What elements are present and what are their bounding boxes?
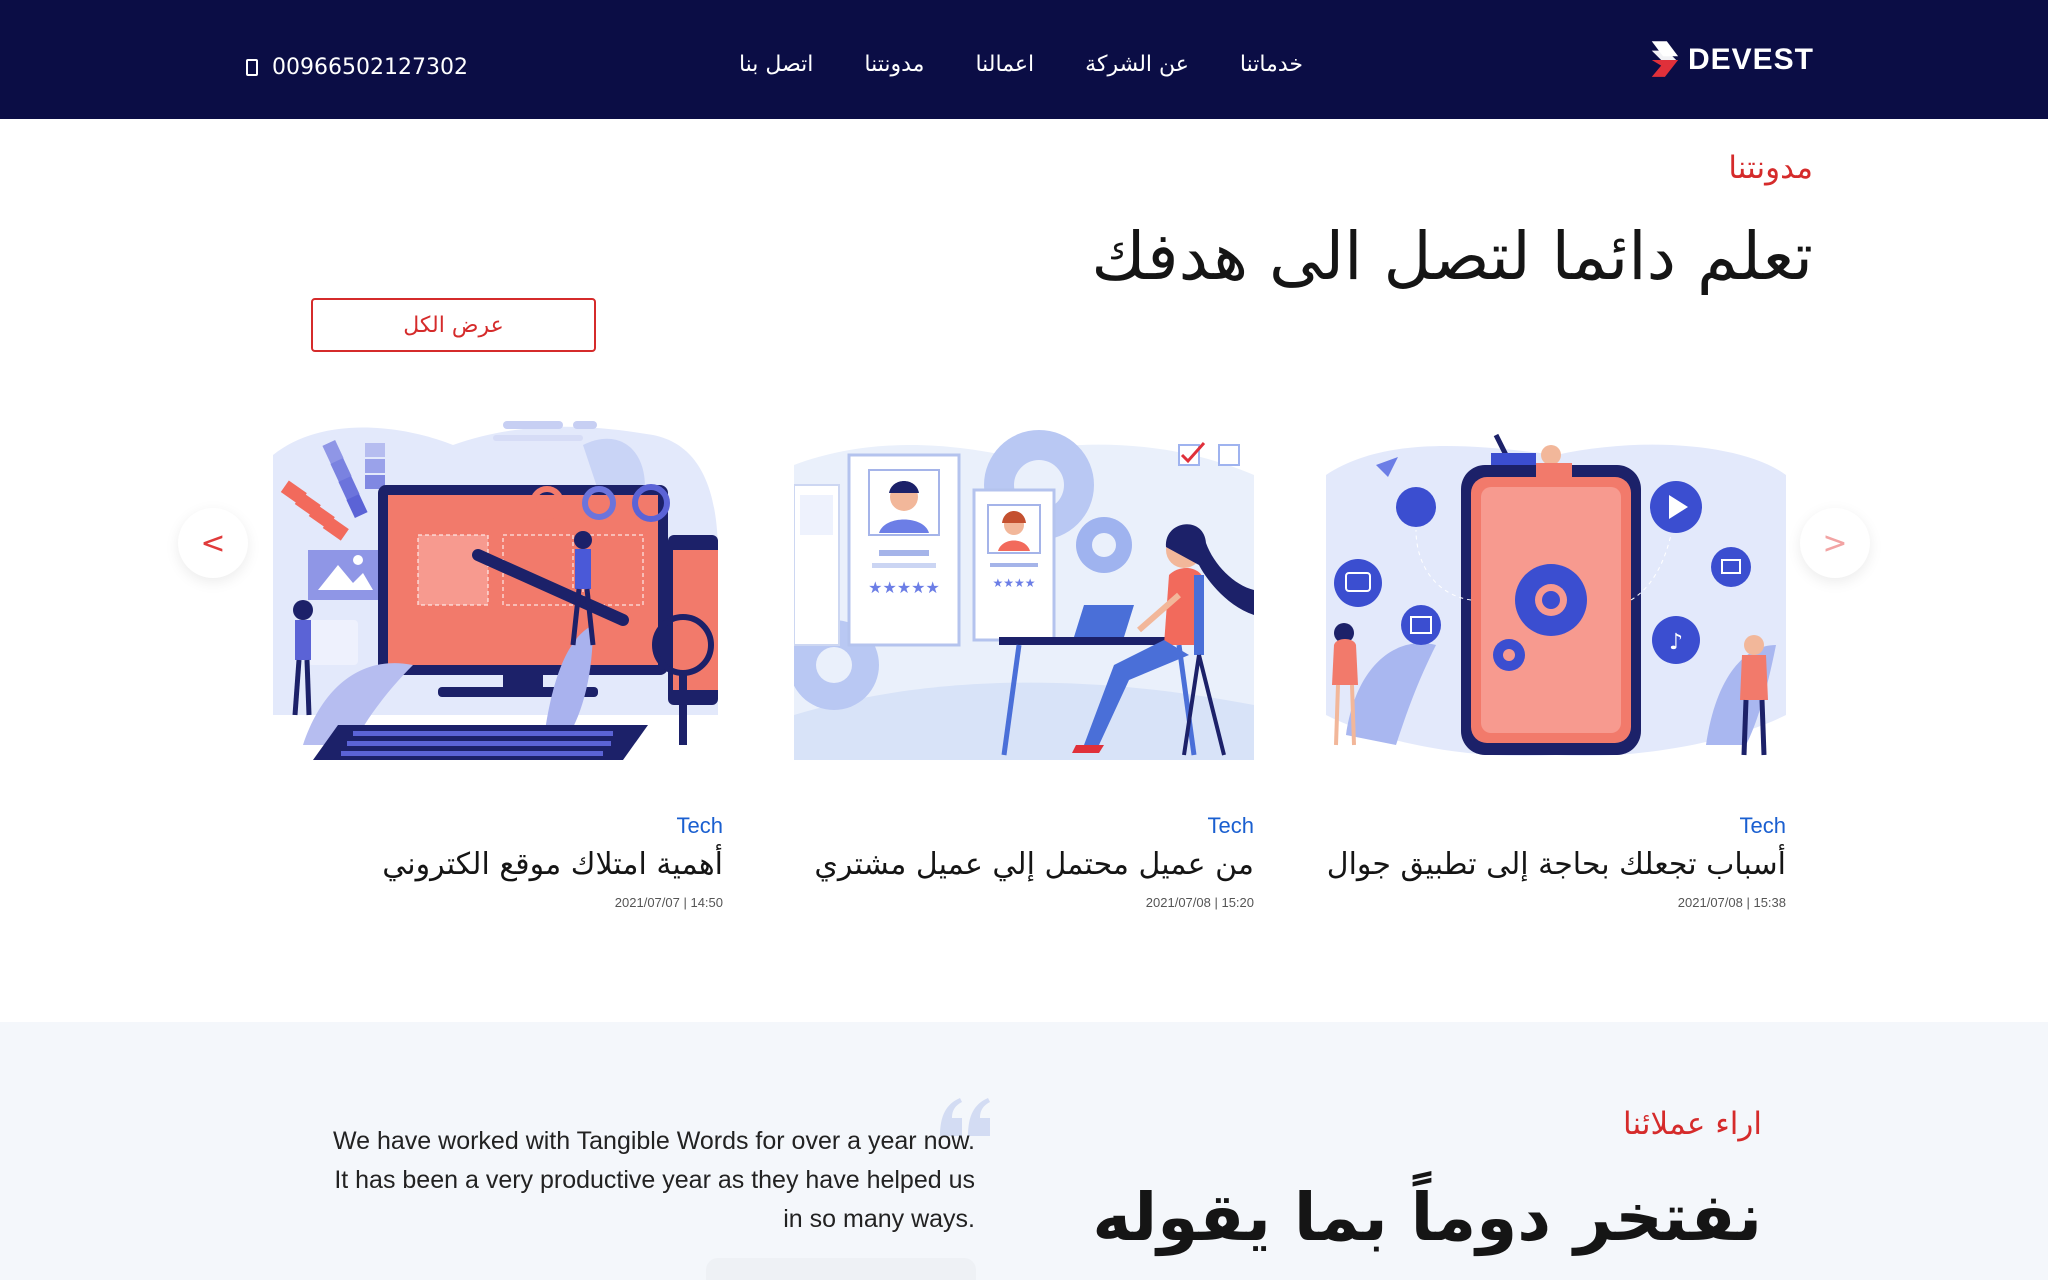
- svg-text:★★★★★: ★★★★★: [868, 578, 940, 597]
- logo-text: DEVEST: [1687, 43, 1814, 76]
- phone-link[interactable]: 00966502127302: [246, 55, 468, 80]
- view-all-button[interactable]: عرض الكل: [311, 298, 596, 352]
- testimonial-author-tab: [706, 1258, 976, 1280]
- nav-item-blog[interactable]: مدونتنا: [864, 52, 924, 77]
- main-nav: خدماتنا عن الشركة اعمالنا مدونتنا اتصل ب…: [739, 52, 1303, 77]
- page: DEVEST خدماتنا عن الشركة اعمالنا مدونتنا…: [0, 0, 2048, 1280]
- chevron-left-icon: <: [200, 525, 226, 561]
- card-tag[interactable]: Tech: [677, 813, 723, 839]
- card-tag[interactable]: Tech: [1208, 813, 1254, 839]
- nav-item-contact[interactable]: اتصل بنا: [739, 52, 813, 77]
- carousel-next-button[interactable]: >: [1800, 508, 1870, 578]
- blog-card[interactable]: ♪ Tech أسباب تجعلك بحاجة إلى تطبيق جوال …: [1326, 415, 1786, 910]
- blog-card[interactable]: ★★★★★ ★★★★ Tech من عميل محتمل إلي عميل م…: [789, 415, 1254, 910]
- carousel-prev-button[interactable]: <: [178, 508, 248, 578]
- blog-eyebrow: مدونتنا: [1728, 150, 1813, 186]
- card-tag[interactable]: Tech: [1740, 813, 1786, 839]
- testimonial-quote: We have worked with Tangible Words for o…: [333, 1127, 975, 1233]
- card-title[interactable]: من عميل محتمل إلي عميل مشتري: [814, 847, 1254, 882]
- svg-text:★★★★: ★★★★: [992, 576, 1035, 590]
- card-date: 2021/07/07 | 14:50: [614, 895, 723, 910]
- top-navbar: DEVEST خدماتنا عن الشركة اعمالنا مدونتنا…: [0, 0, 2048, 119]
- card-date: 2021/07/08 | 15:20: [1145, 895, 1254, 910]
- nav-item-works[interactable]: اعمالنا: [975, 52, 1034, 77]
- nav-item-services[interactable]: خدماتنا: [1240, 52, 1303, 77]
- card-title[interactable]: أهمية امتلاك موقع الكتروني: [382, 847, 723, 882]
- chevron-right-icon: >: [1822, 525, 1848, 561]
- customer-profiles-illustration: ★★★★★ ★★★★: [789, 430, 1254, 760]
- card-title[interactable]: أسباب تجعلك بحاجة إلى تطبيق جوال: [1327, 847, 1786, 882]
- card-date: 2021/07/08 | 15:38: [1677, 895, 1786, 910]
- testimonials-eyebrow: اراء عملائنا: [1623, 1106, 1762, 1142]
- testimonials-title: نفتخر دوماً بما يقوله: [1092, 1179, 1762, 1256]
- logo-chevron-icon: [1651, 41, 1679, 77]
- blog-title: تعلم دائما لتصل الى هدفك: [1091, 218, 1813, 295]
- nav-item-about[interactable]: عن الشركة: [1085, 52, 1189, 77]
- blog-card[interactable]: Tech أهمية امتلاك موقع الكتروني 2021/07/…: [263, 415, 723, 910]
- svg-text:♪: ♪: [1669, 630, 1683, 655]
- logo[interactable]: DEVEST: [1648, 38, 1814, 82]
- mobile-app-illustration: ♪: [1326, 433, 1786, 756]
- phone-icon: [246, 59, 258, 76]
- phone-number: 00966502127302: [272, 55, 468, 80]
- web-design-illustration: [273, 421, 718, 760]
